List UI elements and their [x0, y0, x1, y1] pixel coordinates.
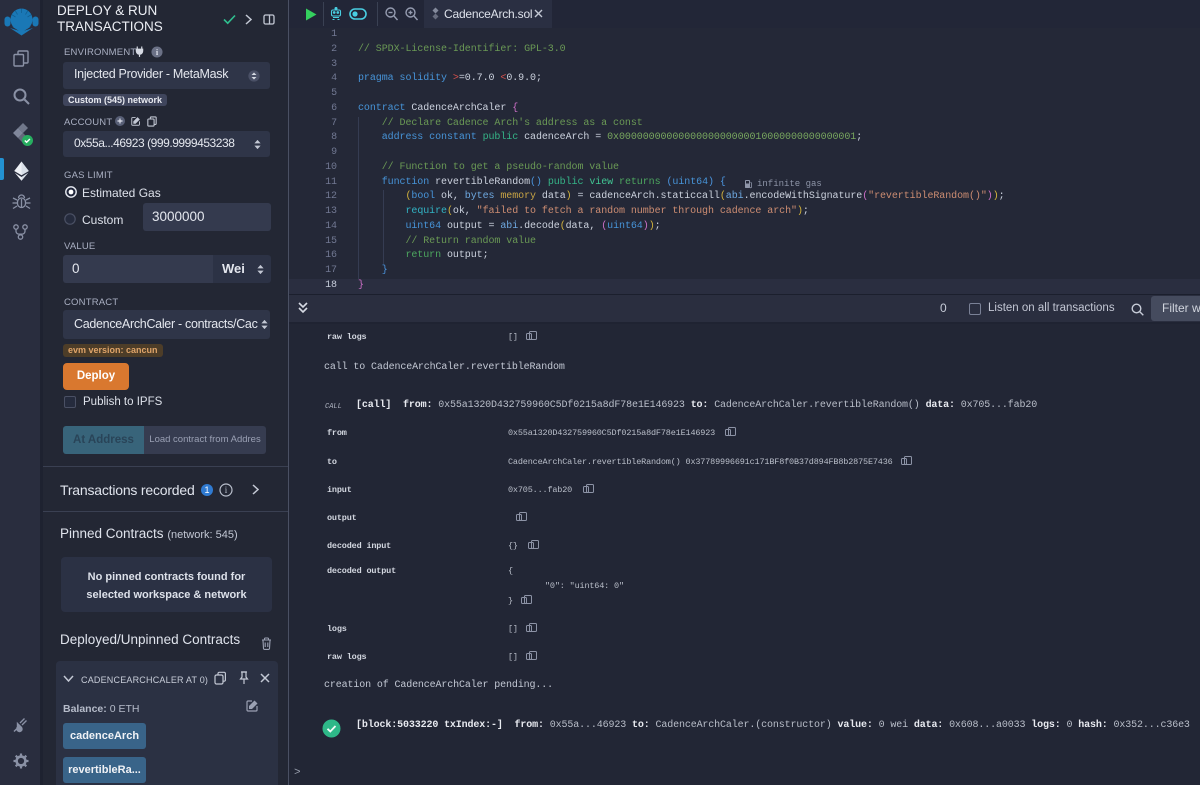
svg-text:i: i: [225, 485, 228, 495]
